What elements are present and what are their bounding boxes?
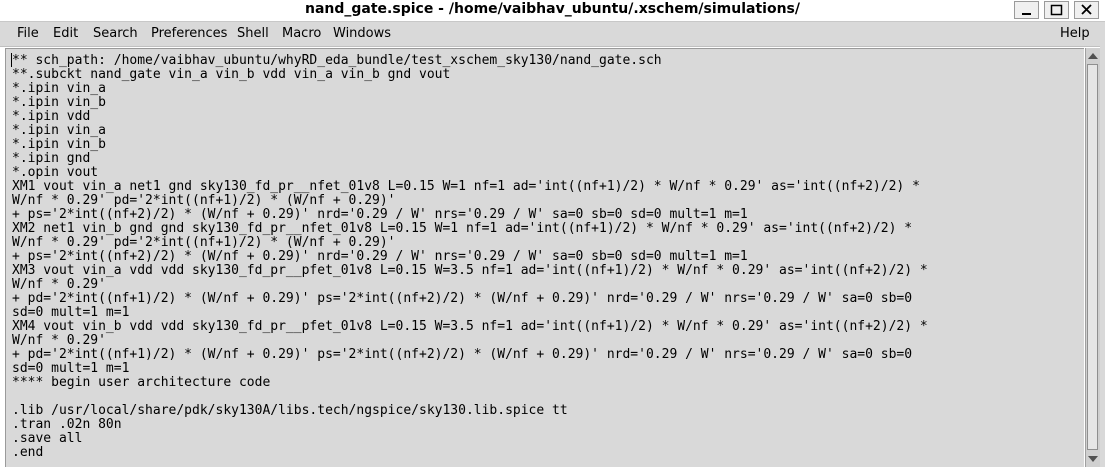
code-line: XM3 vout vin_a vdd vdd sky130_fd_pr__pfe… bbox=[12, 263, 928, 278]
code-line: *.ipin vin_b bbox=[12, 95, 106, 110]
code-line: *.ipin vin_a bbox=[12, 81, 106, 96]
code-line: + pd='2*int((nf+1)/2) * (W/nf + 0.29)' p… bbox=[12, 291, 913, 306]
window-title: nand_gate.spice - /home/vaibhav_ubuntu/.… bbox=[304, 1, 800, 17]
code-line: ** sch_path: /home/vaibhav_ubuntu/whyRD_… bbox=[12, 53, 662, 68]
code-line: **.subckt nand_gate vin_a vin_b vdd vin_… bbox=[12, 67, 451, 82]
code-line: W/nf * 0.29' bbox=[12, 277, 106, 292]
maximize-button[interactable] bbox=[1044, 1, 1069, 19]
scroll-up-arrow-icon[interactable] bbox=[1086, 49, 1100, 63]
code-line: XM1 vout vin_a net1 gnd sky130_fd_pr__nf… bbox=[12, 179, 920, 194]
minimize-button[interactable] bbox=[1014, 1, 1039, 19]
minimize-icon bbox=[1022, 13, 1031, 15]
title-bar[interactable]: nand_gate.spice - /home/vaibhav_ubuntu/.… bbox=[0, 0, 1105, 22]
code-line: sd=0 mult=1 m=1 bbox=[12, 305, 130, 320]
code-text: ** sch_path: /home/vaibhav_ubuntu/whyRD_… bbox=[12, 54, 928, 460]
code-line: .tran .02n 80n bbox=[12, 417, 122, 432]
code-line: .lib /usr/local/share/pdk/sky130A/libs.t… bbox=[12, 403, 568, 418]
code-line: + pd='2*int((nf+1)/2) * (W/nf + 0.29)' p… bbox=[12, 347, 913, 362]
code-line: *.ipin gnd bbox=[12, 151, 91, 166]
code-line: .save all bbox=[12, 431, 83, 446]
menu-macro[interactable]: Macro bbox=[282, 22, 321, 46]
close-icon bbox=[1081, 4, 1092, 15]
scrollbar-thumb[interactable] bbox=[1087, 64, 1098, 450]
code-line: *.ipin vin_a bbox=[12, 123, 106, 138]
menu-search[interactable]: Search bbox=[93, 22, 138, 46]
menu-help[interactable]: Help bbox=[1060, 22, 1090, 46]
menu-file[interactable]: File bbox=[17, 22, 39, 46]
code-line: *.ipin vin_b bbox=[12, 137, 106, 152]
menu-shell[interactable]: Shell bbox=[237, 22, 269, 46]
code-line: W/nf * 0.29' bbox=[12, 333, 106, 348]
menu-edit[interactable]: Edit bbox=[53, 22, 78, 46]
vertical-scrollbar[interactable] bbox=[1085, 48, 1100, 467]
window-edge bbox=[1100, 22, 1105, 467]
code-line: sd=0 mult=1 m=1 bbox=[12, 361, 130, 376]
menu-preferences[interactable]: Preferences bbox=[151, 22, 227, 46]
code-line: **** begin user architecture code bbox=[12, 375, 271, 390]
code-line: W/nf * 0.29' pd='2*int((nf+1)/2) * (W/nf… bbox=[12, 193, 396, 208]
code-line: XM2 net1 vin_b gnd gnd sky130_fd_pr__nfe… bbox=[12, 221, 913, 236]
code-line: XM4 vout vin_b vdd vdd sky130_fd_pr__pfe… bbox=[12, 319, 928, 334]
menu-windows[interactable]: Windows bbox=[333, 22, 391, 46]
close-button[interactable] bbox=[1074, 1, 1099, 19]
code-line: + ps='2*int((nf+2)/2) * (W/nf + 0.29)' n… bbox=[12, 249, 748, 264]
menu-bar: File Edit Search Preferences Shell Macro… bbox=[0, 22, 1105, 47]
code-line: + ps='2*int((nf+2)/2) * (W/nf + 0.29)' n… bbox=[12, 207, 748, 222]
code-line: *.ipin vdd bbox=[12, 109, 91, 124]
code-line: .end bbox=[12, 445, 44, 460]
maximize-icon bbox=[1050, 4, 1063, 16]
code-line: W/nf * 0.29' pd='2*int((nf+1)/2) * (W/nf… bbox=[12, 235, 396, 250]
scroll-down-arrow-icon[interactable] bbox=[1086, 452, 1100, 466]
text-editor[interactable]: ** sch_path: /home/vaibhav_ubuntu/whyRD_… bbox=[5, 48, 1084, 467]
code-line: *.opin vout bbox=[12, 165, 99, 180]
